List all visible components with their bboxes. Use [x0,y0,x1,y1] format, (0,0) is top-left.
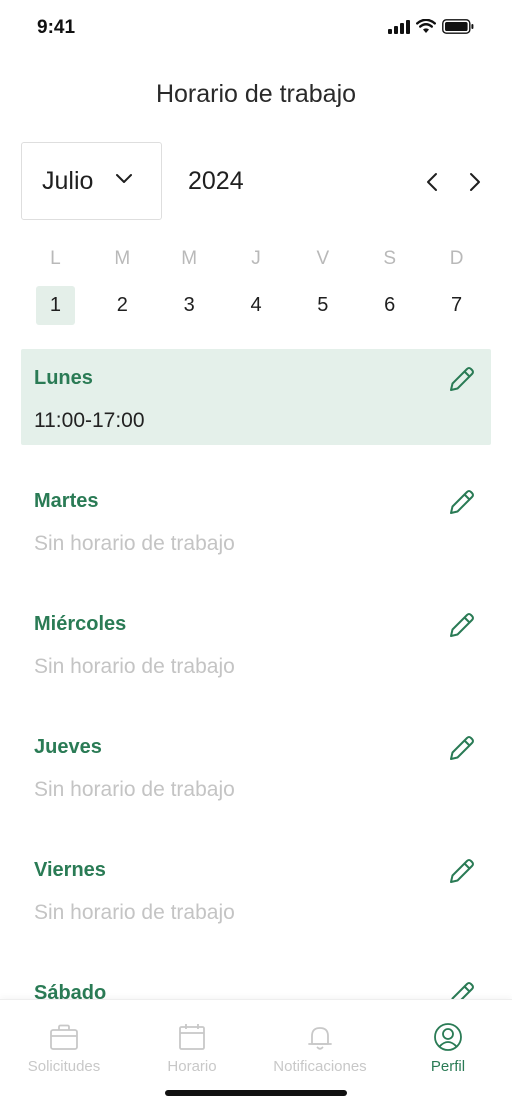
date-cell-selected[interactable]: 1 [22,286,89,325]
tab-notificaciones[interactable]: Notificaciones [256,1022,384,1075]
chevron-down-icon [116,174,132,183]
date-number: 6 [384,294,396,316]
day-name: Martes [34,490,99,512]
date-number: 1 [35,286,75,325]
edit-pencil-icon[interactable] [447,856,477,886]
tab-label: Perfil [430,1058,466,1075]
day-hours: Sin horario de trabajo [34,901,235,924]
day-name: Lunes [34,367,93,389]
day-card-martes[interactable]: Martes Sin horario de trabajo [21,472,491,568]
year-label: 2024 [188,167,244,195]
month-dropdown[interactable]: Julio [21,142,162,220]
day-card-jueves[interactable]: Jueves Sin horario de trabajo [21,718,491,814]
weekday-label: M [181,248,198,269]
previous-week-button[interactable] [422,170,442,194]
chevron-left-icon [427,173,437,191]
home-indicator [165,1090,347,1096]
chevron-right-icon [470,173,480,191]
day-name: Miércoles [34,613,127,635]
tab-label: Horario [167,1058,217,1075]
weekday-label: L [50,248,61,269]
day-name: Jueves [34,736,102,758]
next-week-button[interactable] [465,170,485,194]
weekday-header: L M M J V S D [22,248,490,270]
day-hours: Sin horario de trabajo [34,655,235,678]
date-number: 3 [183,294,195,316]
status-icons [388,19,474,34]
profile-icon [434,1023,462,1051]
day-hours: Sin horario de trabajo [34,778,235,801]
date-cell[interactable]: 7 [423,286,490,325]
tab-solicitudes[interactable]: Solicitudes [0,1022,128,1075]
tab-horario[interactable]: Horario [128,1022,256,1075]
status-bar: 9:41 [0,0,512,56]
page-title: Horario de trabajo [155,80,357,108]
edit-pencil-icon[interactable] [447,487,477,517]
day-card-viernes[interactable]: Viernes Sin horario de trabajo [21,841,491,937]
date-cell[interactable]: 2 [89,286,156,325]
tab-perfil[interactable]: Perfil [384,1022,512,1075]
day-card-lunes[interactable]: Lunes 11:00-17:00 [21,349,491,445]
edit-pencil-icon[interactable] [447,364,477,394]
date-cell[interactable]: 5 [289,286,356,325]
day-name: Viernes [34,859,106,881]
date-cell[interactable]: 3 [156,286,223,325]
date-number: 2 [116,294,128,316]
weekday-label: J [251,248,261,269]
date-number: 7 [451,294,463,316]
weekday-label: M [114,248,131,269]
edit-pencil-icon[interactable] [447,733,477,763]
briefcase-icon [50,1024,78,1050]
weekday-label: D [449,248,464,269]
date-cell[interactable]: 4 [223,286,290,325]
bell-icon [308,1027,332,1050]
weekday-label: V [316,248,330,269]
day-hours: Sin horario de trabajo [34,532,235,555]
status-time: 9:41 [37,17,76,38]
date-number: 5 [317,294,329,316]
week-dates: 1 2 3 4 5 6 7 [22,286,490,325]
date-cell[interactable]: 6 [356,286,423,325]
day-hours: 11:00-17:00 [34,409,145,432]
calendar-icon [179,1024,205,1050]
weekday-label: S [383,248,397,269]
day-card-miercoles[interactable]: Miércoles Sin horario de trabajo [21,595,491,691]
cellular-signal-icon [388,19,410,34]
month-label: Julio [42,166,94,195]
wifi-icon [416,19,436,33]
battery-icon [442,19,474,34]
date-number: 4 [250,294,262,316]
tab-label: Solicitudes [27,1058,101,1075]
edit-pencil-icon[interactable] [447,610,477,640]
tab-label: Notificaciones [273,1058,367,1075]
